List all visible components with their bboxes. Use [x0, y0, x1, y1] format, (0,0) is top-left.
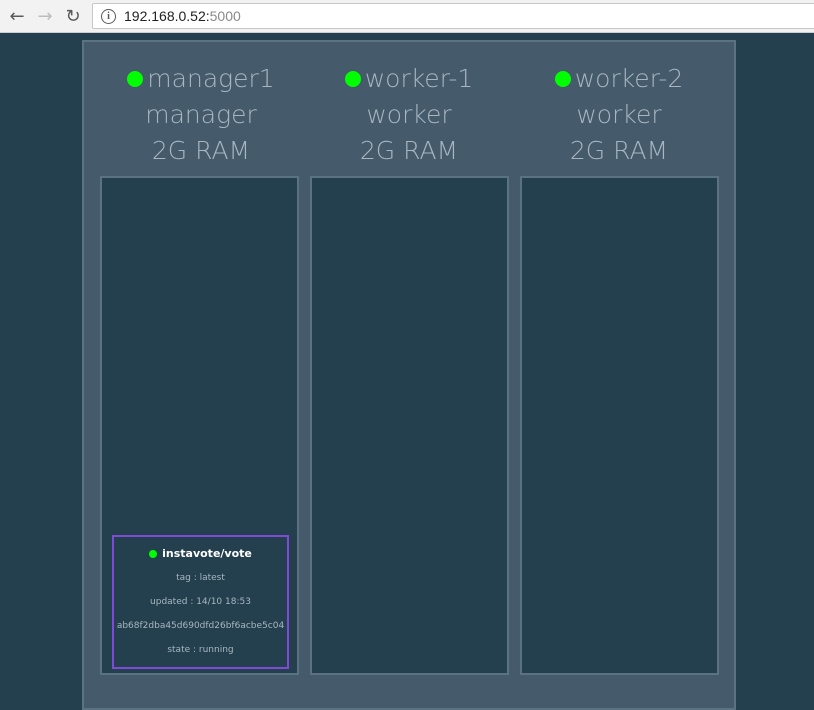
node-ram: 2G RAM [151, 136, 251, 165]
node-name: manager1 [147, 64, 275, 93]
node-role: worker [576, 100, 662, 129]
task-card[interactable]: instavote/vote tag : latest updated : 14… [112, 535, 289, 669]
forward-button[interactable]: → [33, 5, 57, 27]
task-id: ab68f2dba45d690dfd26bf6acbe5c04 [116, 621, 285, 631]
task-state: state : running [167, 645, 234, 655]
task-tag: tag : latest [176, 573, 225, 583]
url-port: 5000 [209, 8, 241, 24]
node-name: worker-1 [364, 64, 474, 93]
node-role: manager [145, 100, 257, 129]
address-bar[interactable]: i 192.168.0.52: 5000 [92, 3, 814, 29]
task-status-dot [149, 549, 158, 558]
forward-arrow-icon: → [37, 5, 53, 27]
node-status-dot [127, 71, 144, 87]
back-arrow-icon: ← [9, 5, 25, 27]
node-status-dot [344, 71, 361, 87]
reload-button[interactable]: ↻ [61, 5, 85, 27]
node-column-manager1: instavote/vote tag : latest updated : 14… [100, 176, 299, 675]
back-button[interactable]: ← [5, 5, 29, 27]
reload-icon: ↻ [65, 5, 81, 27]
node-header-worker-2: worker-2 worker 2G RAM [519, 61, 719, 169]
browser-toolbar: ← → ↻ i 192.168.0.52: 5000 [0, 0, 814, 33]
node-column-worker-1 [310, 176, 509, 675]
task-updated: updated : 14/10 18:53 [150, 597, 251, 607]
node-ram: 2G RAM [569, 136, 669, 165]
node-header-manager1: manager1 manager 2G RAM [101, 61, 301, 169]
node-ram: 2G RAM [359, 136, 459, 165]
url-host: 192.168.0.52: [124, 8, 210, 24]
node-status-dot [554, 71, 571, 87]
swarm-visualizer-panel: manager1 manager 2G RAM instavote/vote t… [82, 40, 736, 710]
node-name: worker-2 [574, 64, 684, 93]
node-header-worker-1: worker-1 worker 2G RAM [309, 61, 509, 169]
task-name: instavote/vote [162, 547, 252, 560]
node-column-worker-2 [520, 176, 719, 675]
node-role: worker [366, 100, 452, 129]
info-icon[interactable]: i [101, 8, 116, 24]
